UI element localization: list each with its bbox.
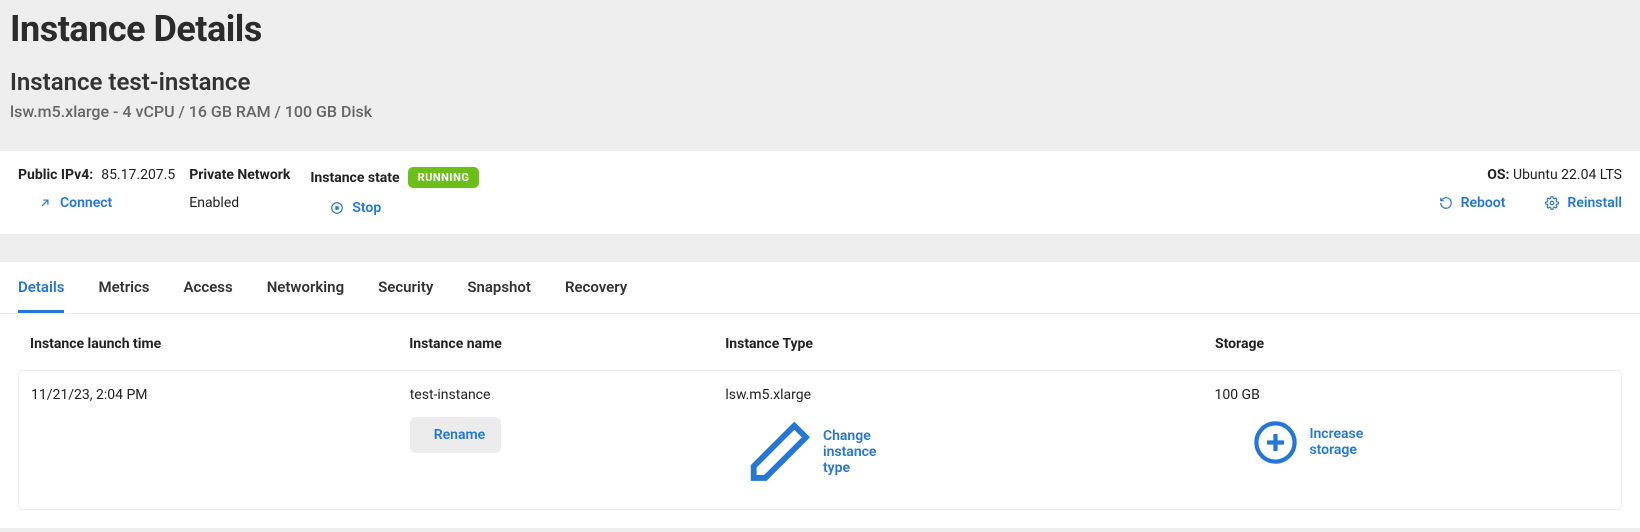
rename-label: Rename: [434, 427, 485, 443]
reinstall-button[interactable]: Reinstall: [1545, 195, 1622, 211]
instance-state-label: Instance state: [310, 170, 399, 186]
connect-label: Connect: [60, 195, 112, 211]
increase-storage-label: Increase storage: [1309, 426, 1363, 458]
connect-button[interactable]: Connect: [18, 195, 175, 211]
pencil-icon: [745, 417, 815, 487]
tab-security[interactable]: Security: [378, 262, 433, 313]
tab-details[interactable]: Details: [18, 262, 64, 313]
reboot-button[interactable]: Reboot: [1439, 195, 1506, 211]
rename-button[interactable]: Rename: [410, 417, 501, 453]
tabs: Details Metrics Access Networking Securi…: [0, 262, 1640, 314]
details-panel: Instance launch time Instance name Insta…: [0, 314, 1640, 528]
increase-storage-button[interactable]: Increase storage: [1214, 417, 1363, 468]
reinstall-icon: [1545, 196, 1559, 210]
private-network-value: Enabled: [189, 195, 290, 211]
cell-storage: 100 GB Increase storage: [1214, 387, 1609, 491]
col-name: Instance name: [409, 336, 725, 352]
tab-recovery[interactable]: Recovery: [565, 262, 627, 313]
page-title: Instance Details: [10, 8, 1630, 50]
public-ip-block: Public IPv4: 85.17.207.5 Connect: [18, 167, 175, 211]
reboot-icon: [1439, 196, 1453, 210]
status-badge: RUNNING: [408, 167, 480, 188]
reinstall-label: Reinstall: [1567, 195, 1622, 211]
table-row: 11/21/23, 2:04 PM test-instance Rename l…: [18, 370, 1622, 510]
cell-launch: 11/21/23, 2:04 PM: [31, 387, 410, 491]
col-storage: Storage: [1215, 336, 1610, 352]
type-value: lsw.m5.xlarge: [725, 387, 1214, 403]
private-network-block: Private Network Enabled: [189, 167, 290, 211]
instance-title: Instance test-instance: [10, 68, 1630, 96]
table-header: Instance launch time Instance name Insta…: [18, 314, 1622, 352]
storage-value: 100 GB: [1214, 387, 1609, 403]
name-value: test-instance: [410, 387, 726, 403]
instance-spec: lsw.m5.xlarge - 4 vCPU / 16 GB RAM / 100…: [10, 102, 1630, 121]
reboot-label: Reboot: [1461, 195, 1506, 211]
external-link-icon: [38, 196, 52, 210]
col-launch: Instance launch time: [30, 336, 409, 352]
public-ip-value: 85.17.207.5: [101, 167, 175, 183]
launch-value: 11/21/23, 2:04 PM: [31, 387, 410, 403]
tab-networking[interactable]: Networking: [267, 262, 344, 313]
instance-state-block: Instance state RUNNING Stop: [310, 167, 479, 216]
stop-label: Stop: [352, 200, 381, 216]
public-ip-label: Public IPv4:: [18, 167, 93, 183]
change-type-label: Change instance type: [823, 428, 889, 476]
private-network-label: Private Network: [189, 167, 290, 183]
stop-button[interactable]: Stop: [310, 200, 479, 216]
right-actions: OS: Ubuntu 22.04 LTS Reboot Reinstall: [1439, 167, 1622, 211]
os-label: OS:: [1487, 167, 1509, 183]
os-value: Ubuntu 22.04 LTS: [1513, 167, 1622, 183]
tab-access[interactable]: Access: [184, 262, 233, 313]
cell-name: test-instance Rename: [410, 387, 726, 491]
info-strip: Public IPv4: 85.17.207.5 Connect Private…: [0, 151, 1640, 234]
col-type: Instance Type: [725, 336, 1215, 352]
tab-snapshot[interactable]: Snapshot: [467, 262, 531, 313]
cell-type: lsw.m5.xlarge Change instance type: [725, 387, 1214, 491]
tab-metrics[interactable]: Metrics: [98, 262, 149, 313]
change-type-button[interactable]: Change instance type: [725, 417, 888, 487]
stop-icon: [330, 201, 344, 215]
plus-circle-icon: [1250, 417, 1301, 468]
